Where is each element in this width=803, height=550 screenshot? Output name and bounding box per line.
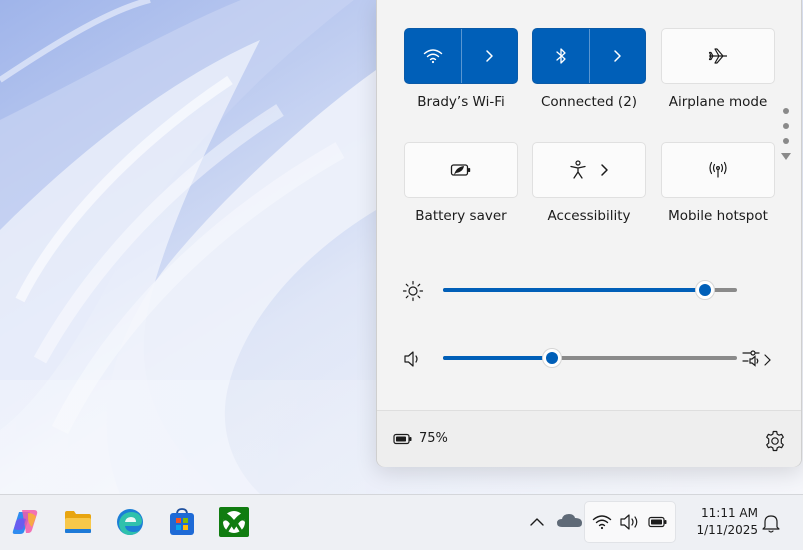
accessibility-tile-group: Accessibility [532,142,646,224]
wifi-expand-button[interactable] [462,29,518,83]
battery-saver-button[interactable] [404,142,518,198]
clock-date: 1/11/2025 [696,523,758,537]
page-indicator [780,108,792,160]
mobile-hotspot-button[interactable] [661,142,775,198]
network-volume-battery-button[interactable] [584,501,676,543]
volume-slider-thumb[interactable] [541,348,562,368]
clock-button[interactable]: 11:11 AM 1/11/2025 [682,505,758,539]
wifi-toggle-button[interactable] [405,29,462,83]
edge-taskbar-button[interactable] [112,504,148,540]
mobile-hotspot-tile-label: Mobile hotspot [668,208,768,224]
airplane-tile-label: Airplane mode [668,94,768,110]
xbox-icon [219,507,249,537]
brightness-slider-thumb[interactable] [694,280,715,300]
battery-saver-tile-label: Battery saver [415,208,507,224]
battery-icon [648,516,667,528]
taskbar: 11:11 AM 1/11/2025 [0,494,803,550]
chevron-right-icon [614,50,621,62]
accessibility-icon [570,160,586,179]
copilot-taskbar-button[interactable] [7,504,43,540]
airplane-mode-button[interactable] [661,28,775,84]
speaker-icon[interactable] [401,348,425,370]
page-dot[interactable] [783,138,789,144]
edge-icon [117,509,143,535]
gear-icon[interactable] [763,429,787,453]
bluetooth-tile-group: Connected (2) [532,28,646,110]
bluetooth-icon [556,48,566,64]
wifi-icon [593,515,612,530]
bluetooth-toggle-button[interactable] [533,29,590,83]
chevron-right-icon [486,50,493,62]
volume-slider-row [401,346,781,370]
speaker-icon [620,514,638,530]
quick-settings-panel: Brady’s Wi-Fi Connected (2) Airplane mod… [376,0,802,467]
bluetooth-expand-button[interactable] [590,29,646,83]
page-dot[interactable] [783,108,789,114]
notification-bell-icon[interactable] [760,512,782,534]
onedrive-icon[interactable] [556,510,584,532]
airplane-tile-group: Airplane mode [661,28,775,110]
next-page-arrow-icon[interactable] [781,153,791,160]
chevron-right-icon [601,164,608,176]
battery-status-button[interactable]: 75% [393,431,448,446]
wifi-tile-label: Brady’s Wi-Fi [417,94,505,110]
bluetooth-tile [532,28,646,84]
airplane-icon [708,48,727,64]
quick-settings-body: Brady’s Wi-Fi Connected (2) Airplane mod… [377,0,801,410]
file-explorer-taskbar-button[interactable] [60,504,96,540]
show-hidden-icons-chevron-icon[interactable] [528,513,546,531]
mobile-hotspot-icon [709,161,727,178]
accessibility-button[interactable] [532,142,646,198]
brightness-slider-row [401,278,781,302]
wifi-tile-group: Brady’s Wi-Fi [404,28,518,110]
volume-slider-fill [443,356,552,360]
battery-icon [393,433,412,444]
brightness-slider[interactable] [443,280,737,300]
battery-percent: 75% [419,431,448,446]
folder-icon [65,511,91,533]
mobile-hotspot-tile-group: Mobile hotspot [661,142,775,224]
wifi-tile [404,28,518,84]
volume-slider[interactable] [443,348,737,368]
copilot-icon [12,510,38,534]
sound-output-icon[interactable] [741,346,775,370]
clock-time: 11:11 AM [701,506,758,520]
wifi-icon [423,49,442,64]
bluetooth-tile-label: Connected (2) [540,94,638,110]
brightness-icon [402,280,424,302]
store-icon [170,508,194,535]
accessibility-tile-label: Accessibility [547,208,631,224]
quick-settings-footer: 75% [377,410,801,467]
battery-saver-tile-group: Battery saver [404,142,518,224]
page-dot[interactable] [783,123,789,129]
store-taskbar-button[interactable] [164,504,200,540]
xbox-taskbar-button[interactable] [216,504,252,540]
brightness-slider-fill [443,288,705,292]
battery-saver-icon [450,164,471,176]
